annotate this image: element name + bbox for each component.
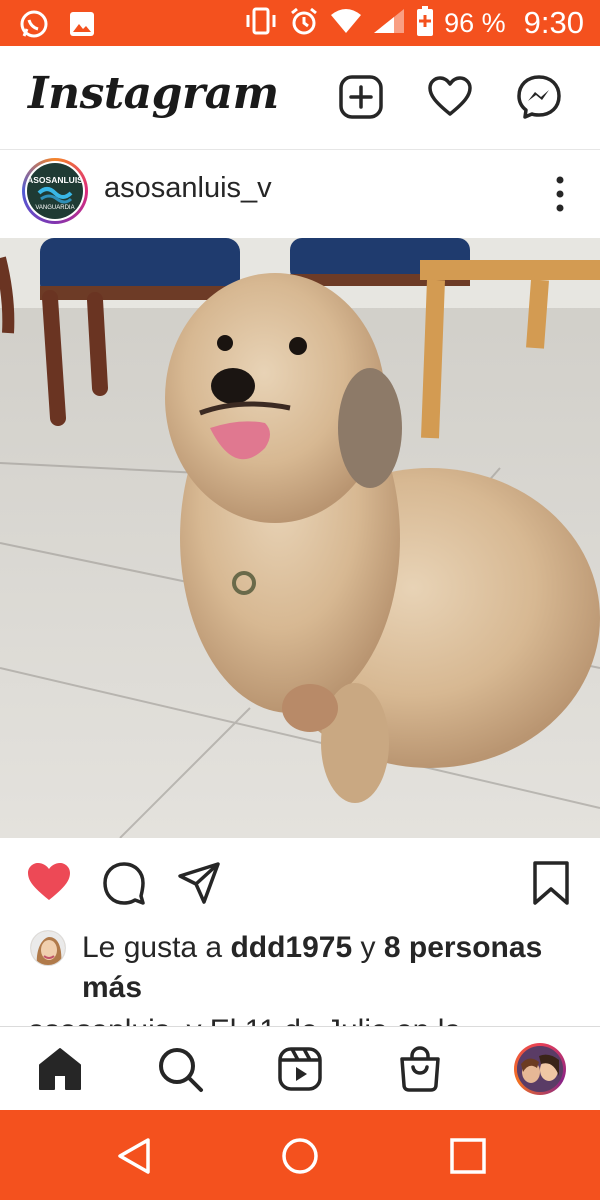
caption-peek: asosanluis_v El 11 de Julio en la — [28, 1014, 588, 1027]
liker-username[interactable]: ddd1975 — [230, 931, 352, 964]
liker-avatar[interactable] — [30, 930, 66, 966]
vibrate-icon — [244, 6, 278, 41]
caption-text: asosanluis_v El 11 de Julio en la — [28, 1016, 588, 1027]
likes-text: Le gusta a ddd1975 y 8 personas más — [82, 928, 582, 1008]
android-nav-bar — [0, 1110, 600, 1200]
likes-summary: Le gusta a ddd1975 y 8 personas más — [0, 926, 600, 1026]
likes-prefix: Le gusta a — [82, 931, 231, 964]
bottom-nav — [0, 1026, 600, 1110]
dog-photo — [0, 238, 600, 838]
search-icon[interactable] — [156, 1045, 204, 1093]
image-icon — [68, 10, 96, 43]
post-username[interactable]: asosanluis_v — [104, 172, 272, 205]
wifi-icon — [330, 7, 362, 40]
post-header: ASOSANLUIS VANGUARDIA asosanluis_v — [0, 150, 600, 238]
battery-icon — [416, 5, 434, 42]
clock: 9:30 — [523, 5, 584, 40]
messenger-icon[interactable] — [516, 74, 562, 120]
home-circle-icon[interactable] — [280, 1136, 320, 1176]
home-icon[interactable] — [36, 1045, 84, 1093]
whatsapp-icon — [18, 8, 50, 45]
battery-percent: 96 % — [444, 7, 506, 38]
post-photo[interactable] — [0, 238, 600, 838]
comment-icon[interactable] — [101, 860, 147, 906]
likes-joiner: y — [352, 931, 384, 964]
like-heart-icon[interactable] — [26, 860, 72, 906]
post-author-avatar[interactable]: ASOSANLUIS VANGUARDIA — [22, 158, 88, 224]
activity-heart-icon[interactable] — [427, 74, 473, 120]
status-bar: 96 % 9:30 — [0, 0, 600, 46]
avatar-brand-subtext: VANGUARDIA — [35, 205, 74, 211]
signal-icon — [372, 7, 406, 40]
new-post-icon[interactable] — [338, 74, 384, 120]
app-header: Instagram — [0, 46, 600, 150]
back-icon[interactable] — [114, 1136, 154, 1176]
more-options-icon[interactable] — [554, 174, 566, 214]
share-icon[interactable] — [176, 860, 222, 906]
instagram-logo[interactable]: Instagram — [28, 68, 279, 119]
alarm-icon — [288, 5, 320, 42]
recents-icon[interactable] — [448, 1136, 488, 1176]
shop-icon[interactable] — [396, 1045, 444, 1093]
reels-icon[interactable] — [276, 1045, 324, 1093]
save-bookmark-icon[interactable] — [528, 860, 574, 906]
post-actions — [0, 838, 600, 926]
profile-avatar[interactable] — [514, 1043, 566, 1095]
avatar-brand-text: ASOSANLUIS — [27, 175, 83, 185]
